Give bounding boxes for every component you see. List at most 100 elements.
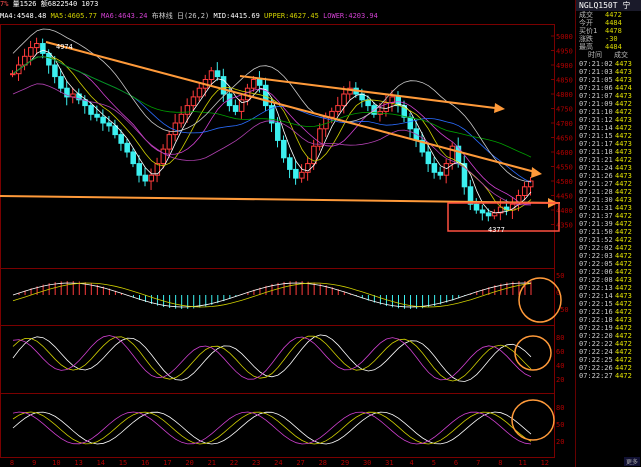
tick-time: 07:22:03	[579, 252, 613, 260]
candle-body	[40, 43, 46, 54]
tick-row: 07:21:03 4473	[576, 68, 641, 76]
candle-body	[178, 113, 185, 124]
candle-body	[479, 209, 486, 214]
kline-chart[interactable]: 5000495049004850480047504700465046004550…	[0, 0, 574, 467]
header-ma4: MA4:4548.48	[0, 12, 47, 20]
quote-label: 今开	[579, 19, 593, 27]
kline-chart-area[interactable]: 5000 4950 4900 4850 4800 4750 4700 4650 4600 4550…	[0, 0, 574, 467]
tick-price: 4472	[615, 268, 632, 276]
tick-row: 07:22:08 4473	[576, 276, 641, 284]
tick-price: 4472	[615, 108, 632, 116]
candle-body	[10, 73, 16, 76]
tick-row: 07:21:37 4472	[576, 212, 641, 220]
tick-row: 07:21:31 4473	[576, 204, 641, 212]
tick-time: 07:22:15	[579, 300, 613, 308]
tick-price: 4473	[615, 196, 632, 204]
candle-body	[130, 151, 136, 165]
tick-price: 4472	[615, 372, 632, 380]
tick-head-time: 时间	[588, 51, 602, 59]
tick-row: 07:21:24 4473	[576, 164, 641, 172]
candle-body	[214, 70, 221, 78]
tick-price: 4472	[615, 180, 632, 188]
quote-label: 最高	[579, 43, 593, 51]
tick-row: 07:22:24 4472	[576, 348, 641, 356]
tick-row: 07:21:27 4472	[576, 180, 641, 188]
tick-time: 07:21:12	[579, 116, 613, 124]
candle-body	[341, 93, 347, 107]
candle-body	[262, 84, 269, 107]
tick-time: 07:21:15	[579, 132, 613, 140]
kdj-axis-label: 60	[556, 348, 564, 356]
highlight-circle-kdj	[514, 335, 552, 371]
price-axis-label: 5000	[556, 33, 573, 41]
candle-body	[172, 122, 179, 136]
header-boll-name: 布林线	[151, 12, 173, 20]
tick-row: 07:21:30 4473	[576, 196, 641, 204]
tick-price: 4472	[615, 236, 632, 244]
tick-row: 07:22:22 4472	[576, 340, 641, 348]
symbol-title[interactable]: NGLQ150T 宁	[576, 0, 641, 11]
panel-frame	[0, 393, 555, 458]
tick-price: 4473	[615, 276, 632, 284]
tick-price: 4474	[615, 84, 632, 92]
high-label: 4974	[56, 43, 73, 51]
header-upper: UPPER:4627.45	[264, 12, 319, 20]
tick-row: 07:22:02 4472	[576, 244, 641, 252]
tick-time: 07:22:22	[579, 340, 613, 348]
rsi-axis-label: 20	[556, 438, 564, 446]
quote-row: 最高 4484	[576, 43, 641, 51]
tick-price: 4472	[615, 348, 632, 356]
date-axis-label: 4	[409, 459, 413, 467]
tick-row: 07:22:20 4472	[576, 332, 641, 340]
candle-body	[473, 203, 480, 211]
candle-body	[124, 142, 130, 153]
tick-time: 07:21:24	[579, 164, 613, 172]
tick-price: 4472	[615, 356, 632, 364]
trend-line-upper	[45, 41, 536, 173]
candle-body	[244, 87, 251, 101]
date-axis-label: 12	[541, 459, 549, 467]
rsi-axis-label: 50	[556, 421, 564, 429]
tick-table-header: 时间 成交	[576, 51, 641, 60]
tick-time: 07:22:26	[579, 364, 613, 372]
tick-time: 07:21:27	[579, 180, 613, 188]
date-axis-label: 30	[363, 459, 371, 467]
tick-time: 07:21:30	[579, 196, 613, 204]
tick-time: 07:22:08	[579, 276, 613, 284]
tick-time: 07:22:19	[579, 324, 613, 332]
tick-time: 07:21:52	[579, 236, 613, 244]
tick-time: 07:22:02	[579, 244, 613, 252]
tick-row: 07:21:26 4473	[576, 172, 641, 180]
kdj-line	[12, 335, 532, 382]
candle-body	[208, 70, 215, 81]
tick-time: 07:22:27	[579, 372, 613, 380]
candle-body	[106, 122, 112, 127]
tick-list[interactable]: 07:21:02 4473 07:21:03 4473 07:21:05 4473 07:2…	[576, 60, 641, 380]
date-axis-label: 29	[341, 459, 349, 467]
price-axis-label: 4600	[556, 149, 573, 157]
kdj-axis-label: 20	[556, 376, 564, 384]
tick-row: 07:22:05 4472	[576, 260, 641, 268]
tick-row: 07:22:06 4472	[576, 268, 641, 276]
candle-body	[166, 134, 173, 150]
more-button[interactable]: 更多	[623, 457, 640, 466]
tick-price: 4472	[615, 124, 632, 132]
tick-row: 07:21:06 4474	[576, 84, 641, 92]
macd-axis-label: 50	[556, 272, 564, 280]
tick-row: 07:21:21 4472	[576, 156, 641, 164]
price-axis-label: 4450	[556, 193, 573, 201]
date-axis-label: 8	[10, 459, 14, 467]
quote-value: 4472	[605, 11, 622, 19]
candle-body	[275, 122, 281, 141]
quote-sidebar: NGLQ150T 宁 成交 4472 今开 4484 买价1 4478 涨跌 -30 最高 448…	[575, 0, 641, 467]
tick-time: 07:22:13	[579, 284, 613, 292]
quote-row: 买价1 4478	[576, 27, 641, 35]
quote-row: 涨跌 -30	[576, 35, 641, 43]
tick-row: 07:22:15 4472	[576, 300, 641, 308]
candle-body	[52, 64, 58, 78]
date-axis-label: 13	[74, 459, 82, 467]
tick-time: 07:22:20	[579, 332, 613, 340]
price-axis-label: 4650	[556, 135, 573, 143]
tick-time: 07:22:24	[579, 348, 613, 356]
candle-body	[28, 47, 34, 57]
